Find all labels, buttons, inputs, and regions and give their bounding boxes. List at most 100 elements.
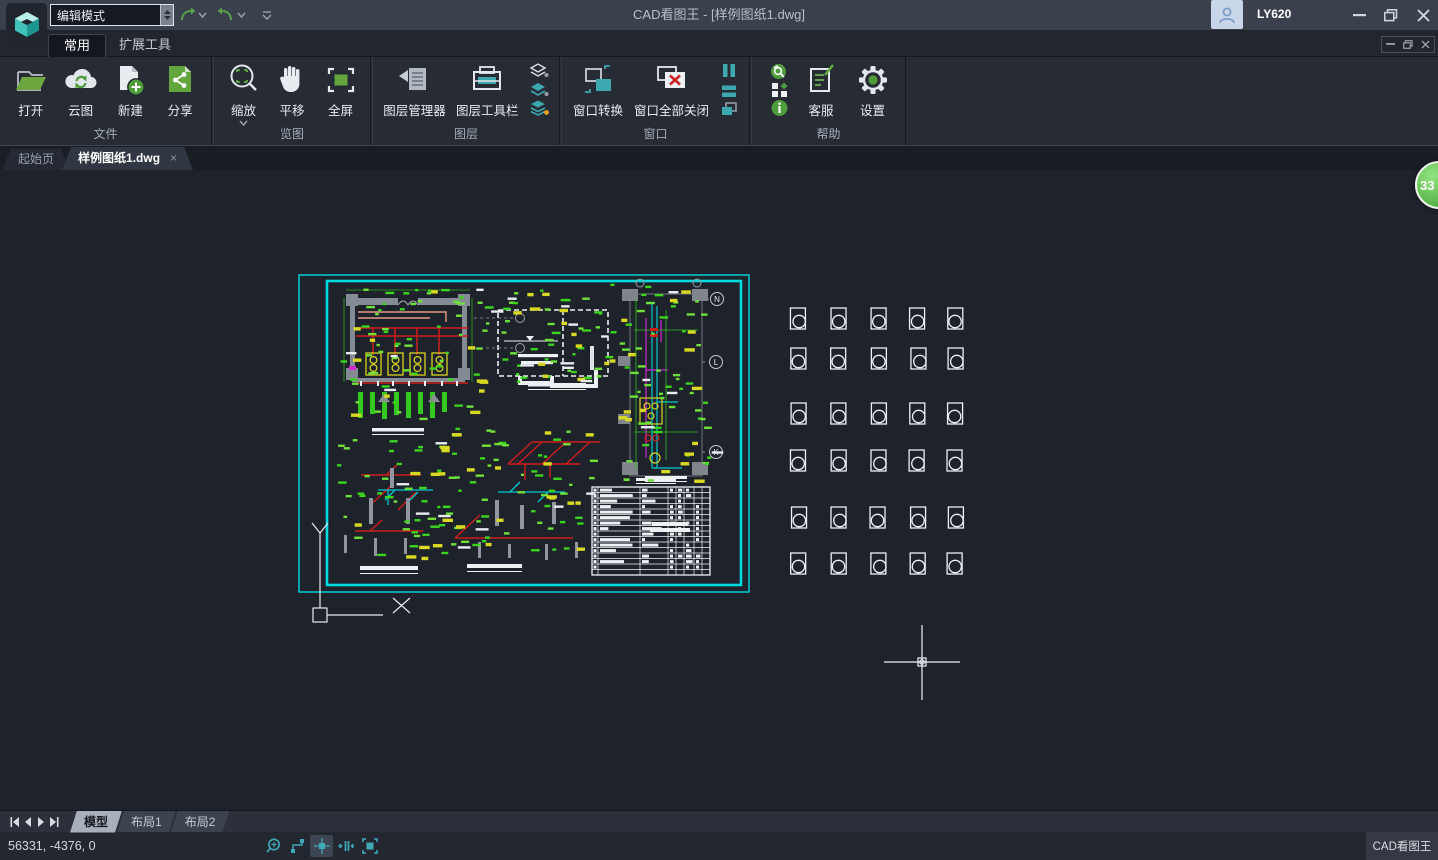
restore-button[interactable] <box>1378 0 1404 30</box>
polyline-status-icon[interactable] <box>286 835 309 857</box>
group-label-view: 览图 <box>214 125 370 143</box>
view-isometric-left <box>344 464 433 574</box>
tab-drawing-label: 样例图纸1.dwg <box>78 147 160 170</box>
group-label-window: 窗口 <box>562 125 749 143</box>
drawing-canvas[interactable]: N L K <box>0 170 1438 810</box>
window-switch-button[interactable]: 窗口转换 <box>573 59 623 119</box>
annotation-marks <box>337 284 723 561</box>
window-title: CAD看图王 - [样例图纸1.dwg] <box>300 0 1138 30</box>
mdi-restore-icon[interactable] <box>1403 40 1413 49</box>
open-button[interactable]: 打开 <box>12 59 50 119</box>
tile-horizontal-icon[interactable] <box>720 83 738 98</box>
group-view: 缩放 平移 <box>213 57 371 146</box>
settings-button[interactable]: 设置 <box>854 59 892 119</box>
statusbar: 56331, -4376, 0 CAD看图王 <box>0 832 1438 860</box>
view-isometric-right <box>455 442 600 572</box>
undo-button[interactable] <box>178 7 196 23</box>
layout-tabbar: 模型 布局1 布局2 <box>0 810 1438 832</box>
cloud-button[interactable]: 云图 <box>62 59 100 119</box>
new-document-icon <box>111 62 149 98</box>
tab-layout1[interactable]: 布局1 <box>117 811 176 833</box>
redo-button[interactable] <box>217 7 235 23</box>
cloud-sync-icon <box>62 62 100 98</box>
customer-service-button[interactable]: 客服 <box>802 59 840 119</box>
close-all-windows-icon <box>650 62 692 98</box>
layer-toolbar-button[interactable]: 图层工具栏 <box>456 59 519 119</box>
tab-start-page[interactable]: 起始页 <box>2 149 70 170</box>
fullscreen-button[interactable]: 全屏 <box>322 59 360 119</box>
group-help: 客服 设置 帮助 <box>751 57 906 146</box>
share-button[interactable]: 分享 <box>161 59 199 119</box>
last-tab-icon[interactable] <box>47 815 60 829</box>
crosshair-cursor <box>884 625 960 700</box>
share-icon <box>161 62 199 98</box>
tab-home[interactable]: 常用 <box>48 34 106 57</box>
view-schedule-table <box>592 476 710 575</box>
cascade-windows-icon[interactable] <box>720 102 738 117</box>
mdi-close-icon[interactable] <box>1421 40 1430 49</box>
tile-vertical-icon[interactable] <box>720 63 738 78</box>
zoom-button[interactable]: 缩放 <box>225 59 263 126</box>
user-avatar[interactable] <box>1211 0 1243 29</box>
customize-toolbar-icon[interactable] <box>262 10 272 20</box>
cad-drawing: N L K <box>0 170 1438 810</box>
svg-text:L: L <box>714 358 719 367</box>
next-tab-icon[interactable] <box>34 815 47 829</box>
svg-text:N: N <box>714 295 720 304</box>
cursor-coordinates: 56331, -4376, 0 <box>8 832 96 860</box>
zoom-magnifier-icon <box>225 62 263 98</box>
drawing-border-frame <box>299 275 749 592</box>
app-window: CAD看图王 - [样例图纸1.dwg] 编辑模式 <box>0 0 1438 860</box>
open-folder-icon <box>12 62 50 98</box>
layer-manager-icon <box>394 62 434 98</box>
pan-button[interactable]: 平移 <box>273 59 311 119</box>
close-all-windows-button[interactable]: 窗口全部关闭 <box>634 59 709 119</box>
edit-mode-value: 编辑模式 <box>51 7 160 24</box>
pan-hand-icon <box>273 62 311 98</box>
undo-dropdown-icon[interactable] <box>198 12 207 18</box>
layer-current-icon[interactable] <box>529 100 549 117</box>
layer-toolbar-icon <box>467 62 507 98</box>
settings-gear-icon <box>854 62 892 98</box>
mdi-minimize-icon[interactable] <box>1386 43 1395 46</box>
fullscreen-status-icon[interactable] <box>358 835 381 857</box>
product-grid-icon[interactable] <box>770 82 789 98</box>
block-symbol-grid <box>790 308 963 574</box>
mdi-window-controls <box>1381 36 1435 53</box>
zoom-status-icon[interactable] <box>262 835 285 857</box>
redo-dropdown-icon[interactable] <box>237 12 246 18</box>
ribbon-tabrow: 常用 扩展工具 <box>0 30 1438 57</box>
layer-manager-button[interactable]: 图层管理器 <box>383 59 446 119</box>
snap-status-icon[interactable] <box>334 835 357 857</box>
first-tab-icon[interactable] <box>8 815 21 829</box>
tab-close-icon[interactable]: × <box>170 147 177 170</box>
pump-symbols <box>366 353 447 375</box>
tab-model[interactable]: 模型 <box>70 811 122 833</box>
ribbon: 打开 云图 <box>0 57 1438 146</box>
tab-drawing[interactable]: 样例图纸1.dwg × <box>62 147 193 170</box>
prev-tab-icon[interactable] <box>21 815 34 829</box>
close-button[interactable] <box>1410 0 1436 30</box>
statusbar-app-label: CAD看图王 <box>1366 832 1438 860</box>
minimize-button[interactable] <box>1346 0 1372 30</box>
new-button[interactable]: 新建 <box>111 59 149 119</box>
layer-freeze-icon[interactable] <box>529 82 549 99</box>
check-update-icon[interactable] <box>770 63 789 81</box>
group-label-file: 文件 <box>0 125 211 143</box>
document-tabbar: 起始页 样例图纸1.dwg × <box>0 146 1438 170</box>
about-info-icon[interactable] <box>770 99 789 117</box>
axis-bubbles: N L K <box>702 293 724 459</box>
tab-extended-tools[interactable]: 扩展工具 <box>104 34 186 57</box>
edit-mode-dropdown[interactable]: 编辑模式 <box>50 4 174 26</box>
group-label-help: 帮助 <box>752 125 905 143</box>
group-layer: 图层管理器 图层工具栏 <box>372 57 560 146</box>
window-switch-icon <box>578 62 618 98</box>
dropdown-scroll-icon[interactable] <box>160 5 173 25</box>
customer-service-icon <box>802 62 840 98</box>
group-window: 窗口转换 窗口全部关闭 <box>561 57 750 146</box>
crosshair-status-icon[interactable] <box>310 835 333 857</box>
app-logo-icon[interactable] <box>6 3 47 45</box>
tab-layout2[interactable]: 布局2 <box>171 811 230 833</box>
username-label: LY620 <box>1257 7 1291 21</box>
layer-on-icon[interactable] <box>529 63 549 80</box>
